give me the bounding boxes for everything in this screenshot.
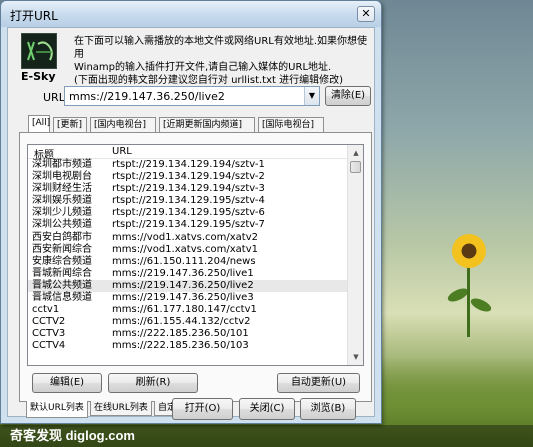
channel-title: 晋城信息频道 [32,292,92,304]
channel-title: 安康综合频道 [32,255,92,267]
esky-logo-icon [21,33,57,69]
sunflower-icon [452,234,486,268]
channel-url: mms://222.185.236.50/101 [112,328,249,340]
channel-url: rtspt://219.134.129.194/sztv-1 [112,159,265,170]
open-button[interactable]: 打开(O) [172,398,233,420]
url-input[interactable]: mms://219.147.36.250/live2 [69,90,225,103]
list-item[interactable]: 深圳财经生活 rtspt://219.134.129.194/sztv-3 [28,183,348,195]
list-item[interactable]: CCTV3 mms://222.185.236.50/101 [28,328,348,340]
intro-line: Winamp的输入插件打开文件,请自己输入媒体的URL地址. [74,62,332,73]
url-listbox[interactable]: 标题 URL 深圳都市频道 rtspt://219.134.129.194/szt… [27,144,364,366]
window-title: 打开URL [10,9,58,23]
channel-url: mms://61.150.111.204/news [112,255,256,267]
list-item[interactable]: CCTV4 mms://222.185.236.50/103 [28,340,348,352]
list-header: 标题 URL [28,145,348,161]
channel-title: cctv1 [32,304,60,316]
list-rows: 深圳都市频道 rtspt://219.134.129.194/sztv-1 深圳电视… [28,159,348,353]
auto-update-button[interactable]: 自动更新(U) [277,373,360,393]
list-item[interactable]: 西安白鸽都市 mms://vod1.xatvs.com/xatv2 [28,232,348,244]
channel-title: 西安新闻综合 [32,243,92,255]
channel-title: 晋城公共频道 [32,279,92,291]
channel-title: 深圳公共频道 [32,219,92,231]
clear-button[interactable]: 清除(E) [325,86,371,106]
logo-label: E-Sky [21,70,56,83]
channel-title: 晋城新闻综合 [32,267,92,279]
channel-title: CCTV4 [32,340,66,352]
intro-text: 在下面可以输入需播放的本地文件或网络URL有效地址.如果你想使用 Winamp的… [74,35,374,87]
channel-url: rtspt://219.134.129.195/sztv-7 [112,219,265,231]
leaf-decoration [468,295,494,315]
list-item[interactable]: 安康综合频道 mms://61.150.111.204/news [28,256,348,268]
tab-online-url-list[interactable]: 在线URL列表 [90,401,152,416]
channel-url: mms://61.177.180.147/cctv1 [112,304,257,316]
channel-title: CCTV2 [32,316,66,328]
scroll-up-icon[interactable]: ▲ [349,146,363,160]
channel-url: mms://219.147.36.250/live3 [112,292,254,304]
channel-url: mms://222.185.236.50/103 [112,340,249,352]
list-item[interactable]: 晋城信息频道 mms://219.147.36.250/live3 [28,292,348,304]
list-item[interactable]: 深圳电视剧台 rtspt://219.134.129.194/sztv-2 [28,171,348,183]
chevron-down-icon[interactable]: ▼ [304,87,319,105]
list-item[interactable]: 晋城公共频道 mms://219.147.36.250/live2 [28,279,348,293]
dialog-client: E-Sky 在下面可以输入需播放的本地文件或网络URL有效地址.如果你想使用 W… [7,27,375,418]
list-item[interactable]: CCTV2 mms://61.155.44.132/cctv2 [28,316,348,328]
url-list-panel: 标题 URL 深圳都市频道 rtspt://219.134.129.194/szt… [19,132,372,402]
channel-url: mms://219.147.36.250/live1 [112,267,254,279]
sunflower-stem [467,262,470,337]
refresh-button[interactable]: 刷新(R) [108,373,198,393]
vertical-scrollbar[interactable]: ▲ ▼ [347,145,363,365]
channel-url: mms://vod1.xatvs.com/xatv1 [112,243,258,255]
list-item[interactable]: 西安新闻综合 mms://vod1.xatvs.com/xatv1 [28,244,348,256]
browse-button[interactable]: 浏览(B) [300,398,356,420]
channel-url: mms://61.155.44.132/cctv2 [112,316,251,328]
list-item[interactable]: 深圳都市频道 rtspt://219.134.129.194/sztv-1 [28,159,348,171]
channel-url: rtspt://219.134.129.194/sztv-3 [112,183,265,195]
channel-url: rtspt://219.134.129.195/sztv-4 [112,195,265,207]
channel-title: 深圳电视剧台 [32,171,92,183]
channel-title: 深圳娱乐频道 [32,195,92,207]
url-combobox[interactable]: mms://219.147.36.250/live2 ▼ [64,86,320,106]
tab-domestic-tv[interactable]: [国内电视台] [90,117,156,133]
tab-updates[interactable]: [更新] [53,117,87,133]
channel-url: rtspt://219.134.129.195/sztv-6 [112,207,265,219]
channel-title: CCTV3 [32,328,66,340]
intro-line: 在下面可以输入需播放的本地文件或网络URL有效地址.如果你想使用 [74,36,368,60]
close-icon[interactable]: ✕ [357,6,375,22]
tab-recent-domestic[interactable]: [近期更新国内频道] [159,117,255,133]
tab-international-tv[interactable]: [国际电视台] [258,117,324,133]
list-item[interactable]: 深圳娱乐频道 rtspt://219.134.129.195/sztv-4 [28,195,348,207]
channel-url: rtspt://219.134.129.194/sztv-2 [112,171,265,183]
scroll-down-icon[interactable]: ▼ [349,350,363,364]
channel-title: 西安白鸽都市 [32,231,92,243]
watermark: 奇客发现 diglog.com [0,425,533,447]
channel-url: mms://vod1.xatvs.com/xatv2 [112,231,258,243]
channel-url: mms://219.147.36.250/live2 [112,279,254,291]
column-header-url[interactable]: URL [112,146,132,157]
list-item[interactable]: 深圳少儿频道 rtspt://219.134.129.195/sztv-6 [28,207,348,219]
list-item[interactable]: cctv1 mms://61.177.180.147/cctv1 [28,304,348,316]
close-button[interactable]: 关闭(C) [239,398,295,420]
channel-title: 深圳少儿频道 [32,207,92,219]
open-url-dialog: 打开URL ✕ E-Sky 在下面可以输入需播放的本地文件或网络URL有效地址.… [0,0,382,424]
titlebar: 打开URL ✕ [1,1,381,27]
tab-default-url-list[interactable]: 默认URL列表 [26,401,88,418]
channel-title: 深圳都市频道 [32,159,92,170]
scroll-thumb[interactable] [350,161,361,173]
edit-button[interactable]: 编辑(E) [32,373,102,393]
channel-title: 深圳财经生活 [32,183,92,195]
list-item[interactable]: 深圳公共频道 rtspt://219.134.129.195/sztv-7 [28,219,348,231]
list-item[interactable]: 晋城新闻综合 mms://219.147.36.250/live1 [28,268,348,280]
